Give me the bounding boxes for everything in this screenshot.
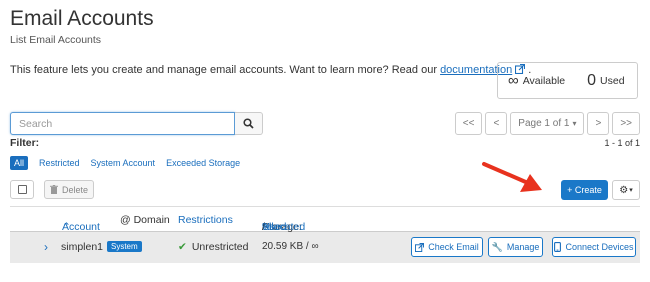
storage-usage: 20.59 KB / ∞: [262, 241, 319, 252]
search-bar: [10, 112, 263, 135]
account-stats-box: ∞ Available 0 Used: [497, 62, 638, 99]
page-subtitle: List Email Accounts: [10, 34, 102, 46]
filter-restricted[interactable]: Restricted: [39, 156, 80, 170]
page-select[interactable]: Page 1 of 1 ▾: [510, 112, 585, 135]
page-label: Page 1 of 1: [518, 118, 570, 129]
restriction-status: ✔ Unrestricted: [178, 241, 248, 253]
checkbox-icon: [17, 185, 27, 194]
result-range: 1 - 1 of 1: [604, 138, 640, 148]
filter-all[interactable]: All: [10, 156, 29, 170]
next-page-button[interactable]: >: [587, 112, 610, 135]
last-page-button[interactable]: >>: [612, 112, 640, 135]
settings-dropdown-button[interactable]: ⚙ ▾: [612, 180, 640, 200]
table-header: Account ⌃ @ Domain Restrictions Storage:…: [10, 206, 640, 233]
chevron-down-icon: ▾: [572, 119, 577, 128]
connect-devices-label: Connect Devices: [565, 242, 634, 252]
filter-exceeded-storage[interactable]: Exceeded Storage: [166, 156, 240, 170]
search-button[interactable]: [235, 112, 263, 135]
delete-label: Delete: [61, 184, 88, 195]
delete-button[interactable]: Delete: [44, 180, 94, 199]
chevron-down-icon: ▾: [629, 187, 633, 194]
trash-icon: [49, 185, 58, 194]
search-icon: [243, 118, 254, 129]
pagination: << < Page 1 of 1 ▾ > >>: [452, 112, 640, 135]
connect-devices-button[interactable]: Connect Devices: [552, 237, 636, 257]
red-arrow-annotation: [482, 162, 542, 192]
available-label: Available: [522, 74, 566, 87]
check-email-button[interactable]: Check Email: [411, 237, 483, 257]
expand-row-icon[interactable]: ›: [44, 240, 48, 254]
first-page-button[interactable]: <<: [454, 112, 483, 135]
account-name: simplen1: [61, 241, 104, 253]
select-all-checkbox[interactable]: [10, 180, 34, 199]
filter-options: All Restricted System Account Exceeded S…: [10, 156, 251, 170]
restriction-label: Unrestricted: [191, 241, 249, 253]
filter-label: Filter:: [10, 137, 40, 149]
search-input[interactable]: [10, 112, 235, 135]
mobile-icon: [554, 242, 562, 252]
page-title: Email Accounts: [10, 7, 154, 30]
domain-column-header: @ Domain: [120, 214, 170, 226]
filter-system-account[interactable]: System Account: [91, 156, 156, 170]
gear-icon: ⚙: [619, 184, 629, 196]
external-link-icon: [415, 242, 425, 252]
prev-page-button[interactable]: <: [485, 112, 508, 135]
create-button[interactable]: + Create: [561, 180, 608, 200]
manage-label: Manage: [506, 242, 540, 252]
table-row: › simplen1 System ✔ Unrestricted 20.59 KB…: [10, 232, 640, 263]
used-label: Used: [600, 74, 625, 87]
intro-sentence: This feature lets you create and manage …: [10, 64, 437, 76]
intro-text: This feature lets you create and manage …: [10, 64, 531, 76]
check-icon: ✔: [178, 241, 187, 253]
wrench-icon: 🔧: [491, 241, 503, 252]
restrictions-column-header[interactable]: Restrictions: [178, 214, 233, 226]
used-count: 0: [587, 71, 597, 89]
manage-button[interactable]: 🔧 Manage: [488, 237, 543, 257]
infinity-icon: ∞: [508, 72, 519, 89]
check-email-label: Check Email: [428, 242, 479, 252]
system-badge: System: [107, 241, 142, 252]
